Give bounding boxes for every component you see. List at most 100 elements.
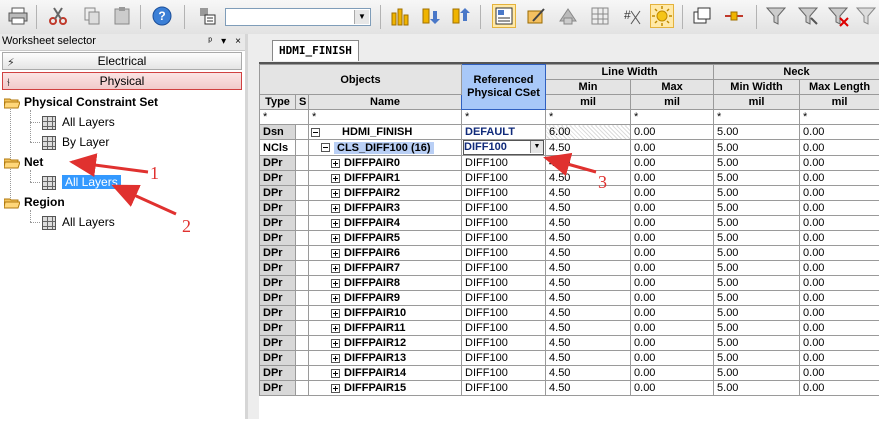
neck-max-length-cell[interactable]: 0.00	[800, 125, 879, 140]
object-filter-icon[interactable]	[196, 4, 220, 28]
table-row[interactable]: DPrDIFFPAIR10DIFF1004.500.005.000.00	[260, 306, 879, 321]
neck-max-length-cell[interactable]: 0.00	[800, 351, 879, 366]
lw-max-cell[interactable]: 0.00	[631, 366, 714, 381]
cset-cell[interactable]: DIFF100	[462, 276, 546, 291]
lw-max-cell[interactable]: 0.00	[631, 231, 714, 246]
expand-icon[interactable]	[331, 189, 340, 198]
lw-min-cell[interactable]: 4.50	[546, 261, 631, 276]
neck-min-width-cell[interactable]: 5.00	[714, 336, 800, 351]
name-cell[interactable]: DIFFPAIR4	[309, 216, 462, 231]
physical-domain-button[interactable]: ⫮ Physical	[2, 72, 242, 90]
cset-cell[interactable]: DIFF100	[462, 336, 546, 351]
lw-min-cell[interactable]: 4.50	[546, 140, 631, 156]
chevron-down-icon[interactable]: ▼	[530, 141, 543, 153]
name-cell[interactable]: DIFFPAIR10	[309, 306, 462, 321]
neck-max-length-cell[interactable]: 0.00	[800, 306, 879, 321]
neck-min-width-cell[interactable]: 5.00	[714, 246, 800, 261]
lw-min-cell[interactable]: 4.50	[546, 201, 631, 216]
neck-min-width-cell[interactable]: 5.00	[714, 140, 800, 156]
neck-min-width-cell[interactable]: 5.00	[714, 201, 800, 216]
lw-max-cell[interactable]: 0.00	[631, 351, 714, 366]
ratsnest-icon[interactable]: #	[620, 4, 644, 28]
lw-max-cell[interactable]: 0.00	[631, 381, 714, 396]
lw-max-cell[interactable]: 0.00	[631, 291, 714, 306]
table-row[interactable]: DPrDIFFPAIR0DIFF1004.500.005.000.00	[260, 156, 879, 171]
lw-max-cell[interactable]: 0.00	[631, 140, 714, 156]
chevron-down-icon[interactable]: ▾	[221, 36, 226, 47]
expand-icon[interactable]	[331, 204, 340, 213]
expand-icon[interactable]	[331, 309, 340, 318]
expand-icon[interactable]	[331, 294, 340, 303]
tree-region-all-layers[interactable]: All Layers	[42, 212, 115, 232]
lw-min-cell[interactable]: 4.50	[546, 336, 631, 351]
name-cell[interactable]: DIFFPAIR11	[309, 321, 462, 336]
table-row[interactable]: DPrDIFFPAIR15DIFF1004.500.005.000.00	[260, 381, 879, 396]
lw-max-cell[interactable]: 0.00	[631, 321, 714, 336]
lw-min-cell[interactable]: 4.50	[546, 321, 631, 336]
filter-red-icon[interactable]	[826, 4, 850, 28]
cset-cell[interactable]: DIFF100	[462, 156, 546, 171]
lw-max-cell[interactable]: 0.00	[631, 125, 714, 140]
expand-icon[interactable]	[331, 384, 340, 393]
name-cell[interactable]: DIFFPAIR1	[309, 171, 462, 186]
neck-max-length-cell[interactable]: 0.00	[800, 366, 879, 381]
name-cell[interactable]: DIFFPAIR5	[309, 231, 462, 246]
lw-min-cell[interactable]: 4.50	[546, 186, 631, 201]
neck-max-length-cell[interactable]: 0.00	[800, 246, 879, 261]
table-row[interactable]: DPrDIFFPAIR6DIFF1004.500.005.000.00	[260, 246, 879, 261]
table-row[interactable]: DPrDIFFPAIR8DIFF1004.500.005.000.00	[260, 276, 879, 291]
filter-cell[interactable]: *	[800, 110, 879, 125]
name-cell[interactable]: DIFFPAIR15	[309, 381, 462, 396]
neck-max-length-cell[interactable]: 0.00	[800, 381, 879, 396]
lw-max-cell[interactable]: 0.00	[631, 201, 714, 216]
cset-cell[interactable]: DIFF100	[462, 321, 546, 336]
expand-icon[interactable]	[331, 249, 340, 258]
filter-cell[interactable]: *	[260, 110, 309, 125]
window-icon[interactable]	[690, 4, 714, 28]
worksheet-icon[interactable]	[492, 4, 516, 28]
cset-cell[interactable]: DIFF100	[462, 366, 546, 381]
name-cell[interactable]: CLS_DIFF100 (16)	[309, 140, 462, 156]
copy-icon[interactable]	[80, 4, 104, 28]
name-cell[interactable]: DIFFPAIR9	[309, 291, 462, 306]
net-filter-icon[interactable]	[388, 4, 412, 28]
expand-icon[interactable]	[331, 219, 340, 228]
paste-icon[interactable]	[110, 4, 134, 28]
expand-icon[interactable]	[331, 279, 340, 288]
neck-max-length-cell[interactable]: 0.00	[800, 321, 879, 336]
table-row[interactable]: DPrDIFFPAIR2DIFF1004.500.005.000.00	[260, 186, 879, 201]
lw-min-cell[interactable]: 4.50	[546, 156, 631, 171]
table-row[interactable]: DPrDIFFPAIR1DIFF1004.500.005.000.00	[260, 171, 879, 186]
filter-cell[interactable]: *	[309, 110, 462, 125]
neck-min-width-cell[interactable]: 5.00	[714, 171, 800, 186]
lw-min-cell[interactable]: 4.50	[546, 231, 631, 246]
print-icon[interactable]	[6, 4, 30, 28]
table-row[interactable]: DPrDIFFPAIR5DIFF1004.500.005.000.00	[260, 231, 879, 246]
filter-cell[interactable]: *	[714, 110, 800, 125]
lw-max-cell[interactable]: 0.00	[631, 261, 714, 276]
inspect-icon[interactable]	[556, 4, 580, 28]
collapse-icon[interactable]	[321, 143, 330, 152]
referenced-cset-header[interactable]: Referenced Physical CSet	[462, 65, 546, 110]
cset-cell[interactable]: DIFF100	[462, 261, 546, 276]
toolbar-combo[interactable]: ▼	[225, 8, 371, 26]
filter-alt-icon[interactable]	[854, 4, 878, 28]
lw-min-cell[interactable]: 4.50	[546, 351, 631, 366]
neck-max-length-cell[interactable]: 0.00	[800, 336, 879, 351]
name-cell[interactable]: DIFFPAIR2	[309, 186, 462, 201]
neck-max-length-cell[interactable]: 0.00	[800, 140, 879, 156]
edit-icon[interactable]	[524, 4, 548, 28]
table-row[interactable]: DPrDIFFPAIR4DIFF1004.500.005.000.00	[260, 216, 879, 231]
collapse-icon[interactable]	[311, 128, 320, 137]
neck-max-length-cell[interactable]: 0.00	[800, 291, 879, 306]
cset-cell[interactable]: DIFF100	[462, 171, 546, 186]
name-cell[interactable]: HDMI_FINISH	[309, 125, 462, 140]
neck-max-length-cell[interactable]: 0.00	[800, 231, 879, 246]
grid-icon[interactable]	[588, 4, 612, 28]
name-cell[interactable]: DIFFPAIR12	[309, 336, 462, 351]
lw-min-cell[interactable]: 4.50	[546, 381, 631, 396]
neck-min-width-cell[interactable]: 5.00	[714, 291, 800, 306]
table-row[interactable]: DPrDIFFPAIR9DIFF1004.500.005.000.00	[260, 291, 879, 306]
tree-pcs-all-layers[interactable]: All Layers	[42, 112, 115, 132]
neck-min-width-cell[interactable]: 5.00	[714, 351, 800, 366]
